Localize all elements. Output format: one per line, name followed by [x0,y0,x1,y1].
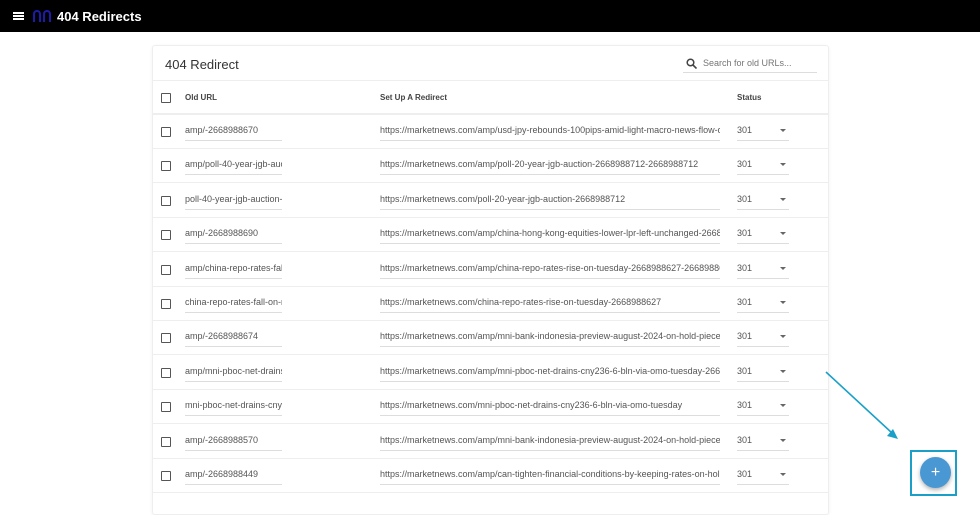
column-old-url: Old URL [185,93,217,102]
row-checkbox[interactable] [161,436,171,447]
dropdown-caret-icon [780,438,786,442]
select-all-checkbox[interactable] [161,93,171,103]
row-checkbox[interactable] [161,264,171,275]
search-field [683,54,817,73]
app-title: 404 Redirects [57,8,142,24]
row-checkbox[interactable] [161,471,171,481]
table-row: amp/poll-40-year-jgb-auction https://mar… [153,149,828,184]
redirect-url-input[interactable]: https://marketnews.com/amp/china-hong-ko… [380,226,720,245]
redirect-url-input[interactable]: https://marketnews.com/amp/mni-bank-indo… [380,433,720,451]
row-checkbox[interactable] [161,230,171,241]
redirect-card: 404 Redirect Old URL Set Up A Redirect S… [152,45,829,515]
table-row: amp/-2668988449 https://marketnews.com/a… [153,459,828,493]
status-select[interactable]: 301 [737,226,789,245]
old-url-input[interactable]: poll-40-year-jgb-auction-2668988712 [185,192,282,210]
old-url-input[interactable]: amp/-2668988670 [185,123,282,141]
status-value: 301 [737,331,753,342]
status-value: 301 [737,297,753,307]
old-url-input[interactable]: amp/-2668988449 [185,467,282,485]
redirect-url-input[interactable]: https://marketnews.com/amp/mni-bank-indo… [380,329,720,348]
redirect-url-input[interactable]: https://marketnews.com/amp/mni-pboc-net-… [380,364,720,382]
status-value: 301 [737,193,753,204]
row-checkbox[interactable] [161,367,171,378]
table-row: amp/-2668988570 https://marketnews.com/a… [153,425,828,459]
status-select[interactable]: 301 [737,123,789,141]
old-url-input[interactable]: amp/-2668988674 [185,329,282,348]
dropdown-caret-icon [780,163,786,167]
status-value: 301 [737,262,753,273]
dropdown-caret-icon [780,369,786,373]
status-value: 301 [737,125,753,135]
dropdown-caret-icon [780,197,786,201]
old-url-input[interactable]: china-repo-rates-fall-on-monday [185,295,282,313]
dropdown-caret-icon [780,266,786,270]
old-url-input[interactable]: amp/china-repo-rates-fall- [185,261,282,279]
status-select[interactable]: 301 [737,433,789,451]
column-redirect: Set Up A Redirect [380,93,447,102]
row-checkbox[interactable] [161,402,171,413]
status-value: 301 [737,159,753,170]
old-url-input[interactable]: mni-pboc-net-drains-cny236 [185,398,282,417]
row-checkbox[interactable] [161,127,171,137]
table-row: mni-pboc-net-drains-cny236 https://marke… [153,390,828,425]
table-row: amp/-2668988674 https://marketnews.com/a… [153,321,828,356]
status-select[interactable]: 301 [737,364,789,382]
redirect-url-input[interactable]: https://marketnews.com/amp/poll-20-year-… [380,157,720,176]
row-checkbox[interactable] [161,299,171,309]
search-icon [686,57,697,69]
dropdown-caret-icon [780,473,786,476]
status-value: 301 [737,365,753,376]
status-select[interactable]: 301 [737,398,789,417]
status-value: 301 [737,434,753,445]
redirect-url-input[interactable]: https://marketnews.com/poll-20-year-jgb-… [380,192,720,210]
table-row: amp/-2668988670 https://marketnews.com/a… [153,115,828,149]
table-row: amp/mni-pboc-net-drains- https://marketn… [153,356,828,390]
logo-icon [33,10,51,22]
status-select[interactable]: 301 [737,192,789,210]
status-value: 301 [737,469,753,479]
table-row: poll-40-year-jgb-auction-2668988712 http… [153,184,828,218]
status-select[interactable]: 301 [737,157,789,176]
dropdown-caret-icon [780,335,786,339]
status-value: 301 [737,228,753,239]
table-row: china-repo-rates-fall-on-monday https://… [153,287,828,321]
old-url-input[interactable]: amp/poll-40-year-jgb-auction [185,157,282,176]
card-title: 404 Redirect [165,57,239,72]
status-value: 301 [737,400,753,411]
old-url-input[interactable]: amp/-2668988690 [185,226,282,245]
table-header: Old URL Set Up A Redirect Status [153,81,828,115]
old-url-input[interactable]: amp/-2668988570 [185,433,282,451]
column-status: Status [737,93,762,102]
dropdown-caret-icon [780,301,786,304]
old-url-input[interactable]: amp/mni-pboc-net-drains- [185,364,282,382]
table-row: amp/china-repo-rates-fall- https://marke… [153,253,828,287]
table-row: amp/-2668988690 https://marketnews.com/a… [153,218,828,253]
search-input[interactable] [703,58,813,68]
row-checkbox[interactable] [161,195,171,206]
dropdown-caret-icon [780,232,786,236]
row-checkbox[interactable] [161,161,171,172]
redirect-url-input[interactable]: https://marketnews.com/mni-pboc-net-drai… [380,398,720,417]
status-select[interactable]: 301 [737,467,789,485]
row-checkbox[interactable] [161,333,171,344]
dropdown-caret-icon [780,129,786,132]
status-select[interactable]: 301 [737,295,789,313]
top-app-bar: 404 Redirects [0,0,980,32]
status-select[interactable]: 301 [737,329,789,348]
dropdown-caret-icon [780,404,786,408]
redirect-url-input[interactable]: https://marketnews.com/amp/can-tighten-f… [380,467,720,485]
redirect-url-input[interactable]: https://marketnews.com/china-repo-rates-… [380,295,720,313]
redirect-url-input[interactable]: https://marketnews.com/amp/usd-jpy-rebou… [380,123,720,141]
redirect-url-input[interactable]: https://marketnews.com/amp/china-repo-ra… [380,261,720,279]
add-redirect-button[interactable]: + [920,457,951,488]
status-select[interactable]: 301 [737,261,789,279]
menu-icon[interactable] [13,12,24,20]
